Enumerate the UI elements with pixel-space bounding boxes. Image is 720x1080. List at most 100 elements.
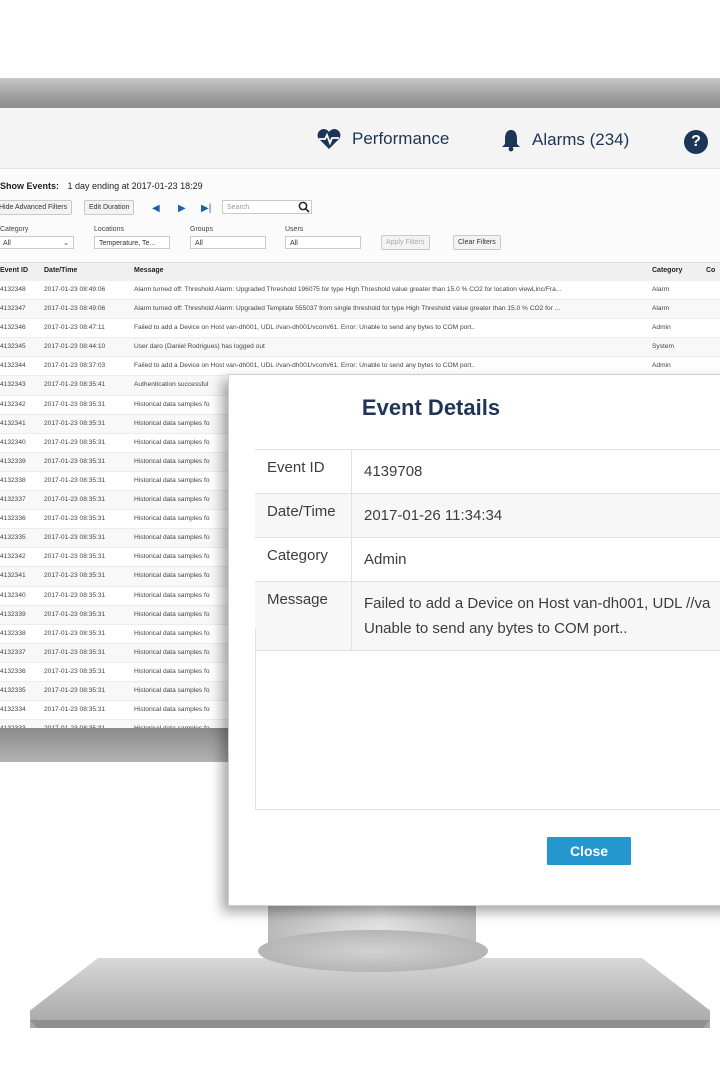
detail-value: 2017-01-26 11:34:34 [364, 507, 503, 524]
detail-value: Admin [364, 551, 407, 568]
event-id-cell: 4132337 [0, 648, 26, 656]
date-time-cell: 2017-01-23 08:35:31 [44, 515, 106, 523]
event-id-cell: 4132338 [0, 629, 26, 637]
groups-filter-select[interactable]: All [190, 236, 266, 249]
event-details-table: Event ID 4139708 Date/Time 2017-01-26 11… [255, 449, 720, 651]
hide-advanced-filters-button[interactable]: Hide Advanced Filters [0, 200, 73, 215]
date-time-cell: 2017-01-23 08:35:41 [44, 381, 106, 389]
detail-value: 4139708 [364, 463, 423, 480]
locations-filter-label: Locations [94, 226, 124, 233]
detail-row-event-id: Event ID 4139708 [255, 450, 720, 494]
date-time-cell: 2017-01-23 08:49:06 [44, 305, 106, 313]
category-cell: Admin [652, 362, 671, 370]
events-table-header: Event ID Date/Time Message Category Co [0, 262, 720, 282]
column-message[interactable]: Message [134, 267, 164, 274]
detail-row-category: Category Admin [255, 538, 720, 582]
event-id-cell: 4132341 [0, 419, 26, 427]
event-id-cell: 4132346 [0, 324, 26, 332]
event-id-cell: 4132348 [0, 286, 26, 293]
column-date-time[interactable]: Date/Time [44, 267, 77, 274]
event-id-cell: 4132342 [0, 400, 26, 408]
heart-pulse-icon [317, 129, 341, 149]
message-cell: Failed to add a Device on Host van-dh001… [134, 362, 475, 370]
previous-arrow-icon[interactable]: ◀ [152, 203, 160, 215]
event-id-cell: 4132334 [0, 706, 26, 714]
date-time-cell: 2017-01-23 08:35:31 [44, 534, 106, 542]
bell-icon [502, 130, 520, 152]
performance-nav[interactable]: Performance [316, 128, 449, 150]
message-cell: Failed to add a Device on Host van-dh001… [134, 324, 475, 332]
close-button[interactable]: Close [547, 837, 631, 865]
date-time-cell: 2017-01-23 08:35:31 [44, 476, 106, 484]
show-events-line: Show Events: 1 day ending at 2017-01-23 … [0, 181, 203, 191]
event-id-cell: 4132336 [0, 667, 26, 675]
users-filter-select[interactable]: All [285, 236, 361, 249]
date-time-cell: 2017-01-23 08:49:06 [44, 286, 106, 293]
event-id-cell: 4132338 [0, 476, 26, 484]
column-truncated[interactable]: Co [706, 267, 715, 274]
date-time-cell: 2017-01-23 08:35:31 [44, 496, 106, 504]
table-row[interactable]: 4132345 2017-01-23 08:44:10 User daro (Dan… [0, 338, 720, 358]
monitor-scene: Performance Alarms (234) ? Show Events: … [0, 0, 720, 1080]
performance-label: Performance [352, 129, 450, 148]
monitor-stand-base-edge [30, 1020, 710, 1028]
top-navigation-bar: Performance Alarms (234) ? [0, 108, 720, 169]
date-time-cell: 2017-01-23 08:35:31 [44, 667, 106, 675]
category-cell: Alarm [652, 286, 670, 293]
date-time-cell: 2017-01-23 08:35:31 [44, 457, 106, 465]
category-cell: Admin [652, 324, 671, 332]
date-time-cell: 2017-01-23 08:35:31 [44, 572, 106, 580]
show-events-label: Show Events: [0, 181, 60, 191]
clear-filters-button[interactable]: Clear Filters [453, 235, 501, 250]
date-time-cell: 2017-01-23 08:35:31 [44, 438, 106, 446]
event-id-cell: 4132335 [0, 534, 26, 542]
date-time-cell: 2017-01-23 08:35:31 [44, 648, 106, 656]
groups-filter-label: Groups [190, 226, 213, 233]
date-time-cell: 2017-01-23 08:35:31 [44, 629, 106, 637]
locations-filter-select[interactable]: Temperature, Te... [94, 236, 170, 249]
edit-duration-button[interactable]: Edit Duration [84, 200, 135, 215]
category-cell: System [652, 343, 674, 351]
monitor-bezel-top [0, 78, 720, 108]
next-arrow-icon[interactable]: ▶ [178, 203, 186, 215]
event-id-cell: 4132341 [0, 572, 26, 580]
last-arrow-icon[interactable]: ▶| [201, 203, 211, 215]
detail-key: Event ID [255, 450, 352, 493]
detail-row-date-time: Date/Time 2017-01-26 11:34:34 [255, 494, 720, 538]
table-row[interactable]: 4132348 2017-01-23 08:49:06 Alarm turned o… [0, 281, 720, 301]
event-id-cell: 4132337 [0, 496, 26, 504]
message-cell: Alarm turned off: Threshold Alarm: Upgra… [134, 286, 562, 293]
category-cell: Alarm [652, 305, 670, 313]
monitor-stand-ring [258, 930, 488, 972]
date-time-cell: 2017-01-23 08:44:10 [44, 343, 106, 351]
table-row[interactable]: 4132346 2017-01-23 08:47:11 Failed to add … [0, 319, 720, 339]
event-id-cell: 4132339 [0, 610, 26, 618]
event-id-cell: 4132345 [0, 343, 26, 351]
event-id-cell: 4132339 [0, 457, 26, 465]
apply-filters-button[interactable]: Apply Filters [381, 235, 430, 250]
column-event-id[interactable]: Event ID [0, 267, 28, 274]
category-filter-select[interactable]: All ⌄ [0, 236, 74, 249]
date-time-cell: 2017-01-23 08:35:31 [44, 553, 106, 561]
search-icon[interactable] [298, 201, 310, 213]
event-id-cell: 4132336 [0, 515, 26, 523]
alarms-nav[interactable]: Alarms (234) [500, 128, 629, 152]
date-time-cell: 2017-01-23 08:35:31 [44, 686, 106, 694]
dialog-empty-area [255, 629, 720, 810]
date-time-cell: 2017-01-23 08:35:31 [44, 610, 106, 618]
detail-key: Date/Time [255, 494, 352, 537]
event-id-cell: 4132342 [0, 553, 26, 561]
category-filter-label: Category [0, 226, 29, 233]
date-time-cell: 2017-01-23 08:35:31 [44, 706, 106, 714]
date-time-cell: 2017-01-23 08:35:31 [44, 591, 106, 599]
help-icon[interactable]: ? [684, 130, 708, 154]
column-category[interactable]: Category [652, 267, 682, 274]
detail-key: Category [255, 538, 352, 581]
alarms-label: Alarms (234) [532, 130, 630, 149]
dialog-title: Event Details [361, 395, 501, 420]
table-row[interactable]: 4132347 2017-01-23 08:49:06 Alarm turned o… [0, 300, 720, 320]
date-time-cell: 2017-01-23 08:37:03 [44, 362, 106, 370]
event-id-cell: 4132335 [0, 686, 26, 694]
message-line-1: Failed to add a Device on Host van-dh001… [364, 595, 711, 612]
event-id-cell: 4132340 [0, 438, 26, 446]
